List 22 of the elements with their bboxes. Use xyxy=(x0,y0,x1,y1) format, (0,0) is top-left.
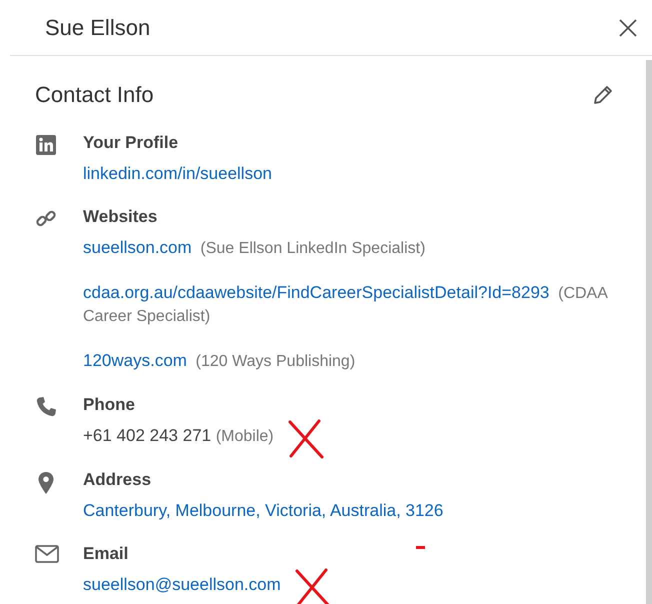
group-title: Email xyxy=(83,544,128,564)
website-entry: cdaa.org.au/cdaawebsite/FindCareerSpecialistDetail?Id=8293 (CDAA Career Specialist) xyxy=(83,282,609,327)
section-heading: Contact Info xyxy=(35,81,154,109)
envelope-icon xyxy=(35,545,59,563)
group-title: Address xyxy=(83,470,152,490)
group-title: Websites xyxy=(83,207,158,227)
link[interactable]: sueellson@sueellson.com xyxy=(83,575,281,594)
website-entry: 120ways.com (120 Ways Publishing) xyxy=(83,350,356,372)
link[interactable]: cdaa.org.au/cdaawebsite/FindCareerSpecialistDetail?Id=8293 xyxy=(83,283,550,302)
scrollbar[interactable] xyxy=(646,60,652,604)
link[interactable]: linkedin.com/in/sueellson xyxy=(83,164,272,183)
link[interactable]: Canterbury, Melbourne, Victoria, Australia, 3126 xyxy=(83,501,444,520)
linkedin-icon xyxy=(35,134,57,156)
website-entry: sueellson.com (Sue Ellson LinkedIn Specialist) xyxy=(83,237,426,259)
group-title: Phone xyxy=(83,395,135,415)
phone-number: +61 402 243 271 xyxy=(83,426,212,445)
dialog-title: Sue Ellson xyxy=(45,14,150,42)
group-title: Your Profile xyxy=(83,133,178,153)
link[interactable]: sueellson.com xyxy=(83,238,192,257)
phone-icon xyxy=(35,396,57,418)
link[interactable]: 120ways.com xyxy=(83,351,187,370)
website-entry: +61 402 243 271 (Mobile) xyxy=(83,425,326,448)
